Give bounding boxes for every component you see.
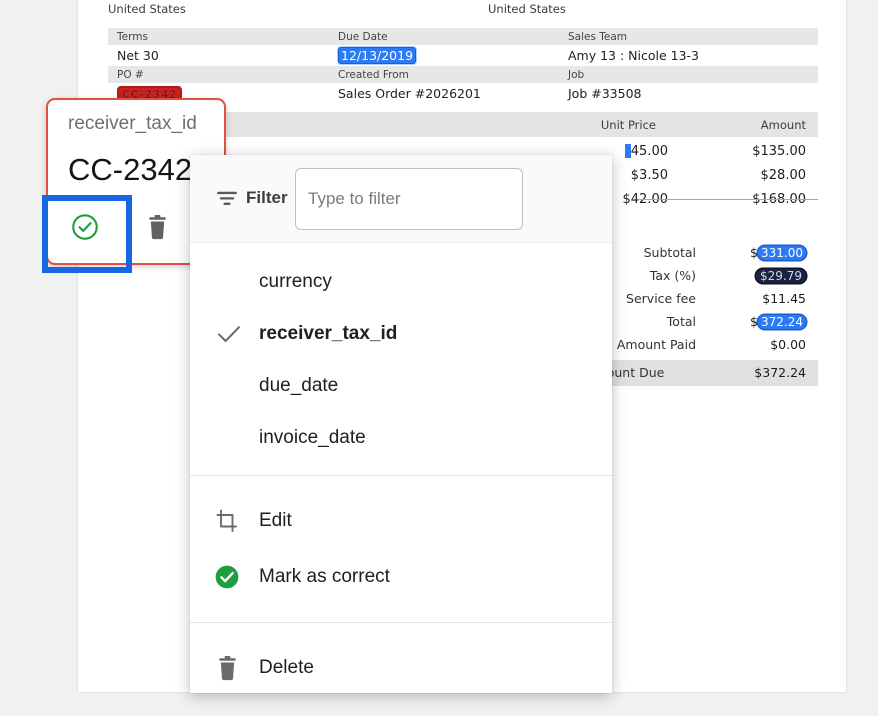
address-row: United States United States	[108, 0, 808, 16]
address-right: United States	[488, 0, 566, 18]
totals-separator	[638, 199, 818, 200]
menu-item-due-date[interactable]: due_date	[190, 360, 612, 412]
value-sales-team: Amy 13 : Nicole 13-3	[568, 48, 700, 63]
header-sales-team: Sales Team	[568, 30, 628, 43]
crop-icon	[212, 509, 242, 533]
trash-icon	[148, 214, 166, 239]
menu-item-label: Edit	[259, 510, 292, 531]
menu-fields-section: currency receiver_tax_id due_date invoic…	[190, 243, 612, 475]
menu-actions-section: Edit Mark as correct	[190, 476, 612, 622]
value-created-from: Sales Order #2026201	[338, 86, 481, 101]
amount-due-value: $372.24	[754, 365, 806, 380]
header-po-number: PO #	[117, 68, 144, 81]
value-due-date-cell[interactable]: 12/13/2019	[338, 46, 568, 65]
header-terms: Terms	[117, 30, 148, 43]
menu-destructive-section: Delete	[190, 623, 612, 716]
menu-item-label: receiver_tax_id	[259, 323, 398, 344]
totals-label: Service fee	[626, 291, 696, 306]
menu-item-edit[interactable]: Edit	[190, 493, 612, 549]
menu-item-receiver-tax-id[interactable]: receiver_tax_id	[190, 308, 612, 360]
menu-item-currency[interactable]: currency	[190, 256, 612, 308]
header-due-date: Due Date	[338, 30, 388, 43]
totals-value[interactable]: $29.79	[756, 268, 806, 283]
check-circle-filled-icon	[212, 564, 242, 590]
menu-item-invoice-date[interactable]: invoice_date	[190, 412, 612, 464]
totals-label: Amount Paid	[616, 337, 696, 352]
field-name-label: receiver_tax_id	[68, 113, 197, 134]
menu-item-delete[interactable]: Delete	[190, 640, 612, 696]
info-header-row-2: PO # Created From Job	[108, 66, 818, 83]
info-value-row-1: Net 30 12/13/2019 Amy 13 : Nicole 13-3	[108, 45, 818, 66]
field-card-actions	[62, 204, 180, 250]
field-context-menu: Filter currency receiver_tax_id due_date…	[190, 155, 612, 693]
value-job: Job #33508	[568, 86, 642, 101]
menu-item-label: currency	[259, 271, 332, 292]
menu-item-label: Mark as correct	[259, 566, 390, 587]
menu-item-mark-as-correct[interactable]: Mark as correct	[190, 549, 612, 605]
menu-item-label: Delete	[259, 657, 314, 678]
totals-value: $0.00	[770, 337, 806, 352]
address-left: United States	[108, 0, 186, 18]
check-circle-icon	[72, 214, 98, 240]
column-header-unit-price: Unit Price	[600, 118, 656, 132]
header-created-from: Created From	[338, 68, 409, 81]
screen-root: United States United States Terms Due Da…	[0, 0, 878, 716]
value-terms: Net 30	[117, 48, 159, 63]
checkmark-icon	[216, 325, 242, 343]
header-job: Job	[568, 68, 585, 81]
trash-icon	[212, 655, 242, 681]
line-item-unit-price: 45.00	[624, 144, 668, 159]
address-left-country: United States	[108, 2, 186, 16]
field-value-text: CC-2342	[68, 152, 193, 187]
menu-item-label: invoice_date	[259, 427, 366, 448]
filter-label: Filter	[246, 188, 288, 207]
column-header-amount: Amount	[760, 118, 806, 132]
info-header-row-1: Terms Due Date Sales Team	[108, 28, 818, 45]
line-item-amount: $28.00	[760, 168, 807, 183]
filter-icon	[217, 191, 237, 205]
totals-value[interactable]: $372.24	[750, 314, 806, 329]
delete-field-button[interactable]	[134, 204, 180, 250]
invoice-info-table: Terms Due Date Sales Team Net 30 12/13/2…	[108, 28, 818, 104]
totals-value[interactable]: $331.00	[750, 245, 806, 260]
totals-label: Subtotal	[643, 245, 696, 260]
address-right-country: United States	[488, 2, 566, 16]
menu-filter-header: Filter	[190, 155, 612, 243]
due-date-selection-chip[interactable]: 12/13/2019	[338, 46, 417, 64]
totals-label: Tax (%)	[649, 268, 696, 283]
menu-item-label: due_date	[259, 375, 339, 396]
totals-label: Total	[666, 314, 696, 329]
totals-value: $11.45	[762, 291, 806, 306]
mark-as-correct-button[interactable]	[62, 204, 108, 250]
filter-input[interactable]	[295, 168, 523, 230]
line-item-amount: $135.00	[752, 144, 806, 159]
line-item-unit-price: $3.50	[630, 168, 668, 183]
